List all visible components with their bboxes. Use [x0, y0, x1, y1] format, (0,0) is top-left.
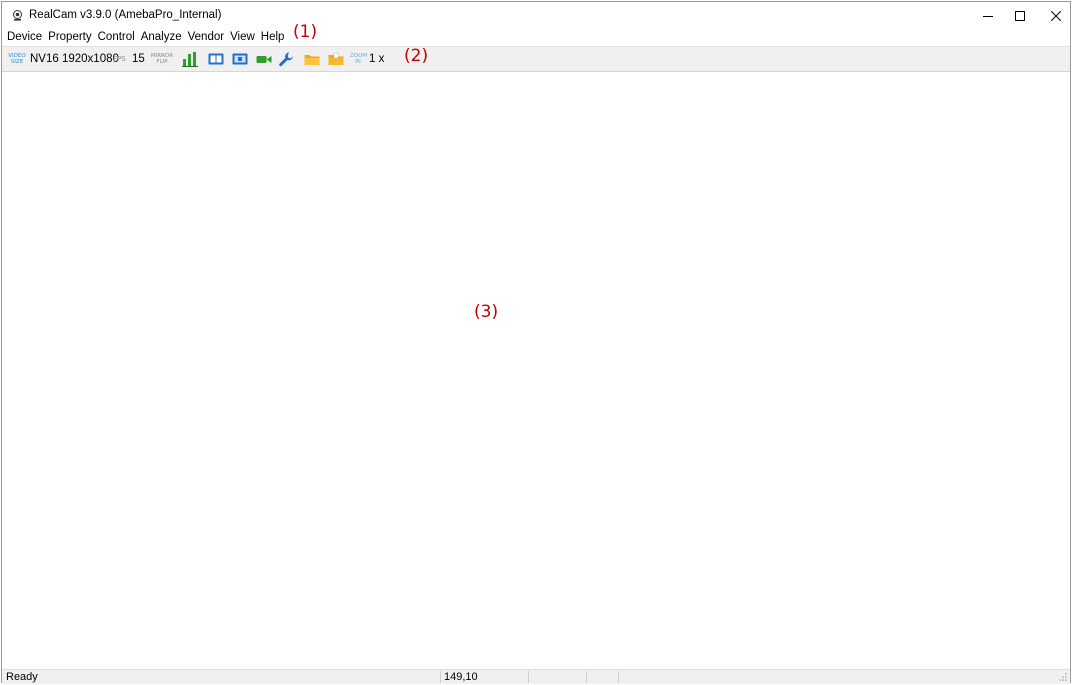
- histogram-icon: [182, 52, 198, 67]
- histogram-button[interactable]: [182, 51, 198, 67]
- menu-property[interactable]: Property: [45, 30, 94, 45]
- wrench-icon: [279, 52, 293, 67]
- window-title: RealCam v3.9.0 (AmebaPro_Internal): [29, 9, 222, 21]
- zoom-display: 1 x: [369, 51, 384, 67]
- open-folder-button[interactable]: [304, 51, 320, 67]
- status-bar: Ready 149,10: [2, 669, 1070, 684]
- close-button[interactable]: [1033, 2, 1074, 30]
- save-folder-button[interactable]: [328, 51, 344, 67]
- fps-icon: FPS: [113, 55, 126, 63]
- status-divider: [586, 671, 587, 683]
- annotation-menu-label: (1): [293, 22, 318, 42]
- menu-view[interactable]: View: [227, 30, 258, 45]
- resolution-label: NV16 1920x1080: [30, 53, 119, 65]
- view-split-button[interactable]: [232, 51, 248, 67]
- view-single-icon: [208, 53, 224, 65]
- annotation-main-label: (3): [474, 302, 499, 322]
- mirror-flip-icon: MIRROR FLIP: [150, 53, 174, 65]
- title-bar[interactable]: RealCam v3.9.0 (AmebaPro_Internal): [2, 2, 1070, 30]
- close-icon: [1051, 11, 1061, 21]
- view-single-button[interactable]: [208, 51, 224, 67]
- toolbar: VIDEO SIZE NV16 1920x1080 FPS 15 MIRROR …: [2, 46, 1070, 72]
- menu-analyze[interactable]: Analyze: [138, 30, 185, 45]
- minimize-icon: [983, 16, 993, 17]
- resolution-display: NV16 1920x1080: [30, 51, 119, 67]
- view-split-icon: [232, 53, 248, 65]
- zoom-in-button[interactable]: ZOOM IN: [350, 51, 368, 67]
- video-size-button[interactable]: VIDEO SIZE: [6, 51, 28, 67]
- menu-help[interactable]: Help: [258, 30, 288, 45]
- fps-value: 15: [132, 53, 145, 65]
- record-camera-icon: [256, 56, 272, 63]
- status-divider: [618, 671, 619, 683]
- zoom-in-icon: ZOOM IN: [350, 53, 368, 65]
- menu-device[interactable]: Device: [2, 30, 45, 45]
- settings-button[interactable]: [278, 51, 294, 67]
- status-divider: [528, 671, 529, 683]
- folder-open-icon: [304, 55, 320, 65]
- video-size-icon: VIDEO SIZE: [8, 53, 26, 65]
- menu-vendor[interactable]: Vendor: [185, 30, 227, 45]
- resize-grip-icon[interactable]: [1058, 672, 1068, 682]
- webcam-icon: [13, 10, 22, 21]
- fps-display: 15: [132, 51, 145, 67]
- folder-save-icon: [328, 52, 344, 65]
- menu-bar: Device Property Control Analyze Vendor V…: [2, 30, 1070, 45]
- status-divider: [440, 671, 441, 683]
- status-text: Ready: [6, 671, 38, 683]
- menu-control[interactable]: Control: [95, 30, 138, 45]
- zoom-value: 1 x: [369, 53, 385, 65]
- mirror-flip-button[interactable]: MIRROR FLIP: [150, 51, 174, 67]
- app-window: RealCam v3.9.0 (AmebaPro_Internal) Devic…: [1, 1, 1071, 684]
- record-button[interactable]: [256, 51, 272, 67]
- fps-button[interactable]: FPS: [113, 51, 126, 67]
- cursor-coordinates: 149,10: [444, 671, 478, 683]
- annotation-toolbar-label: (2): [404, 46, 429, 66]
- video-preview-area[interactable]: (3): [2, 72, 1070, 668]
- maximize-icon: [1015, 11, 1025, 21]
